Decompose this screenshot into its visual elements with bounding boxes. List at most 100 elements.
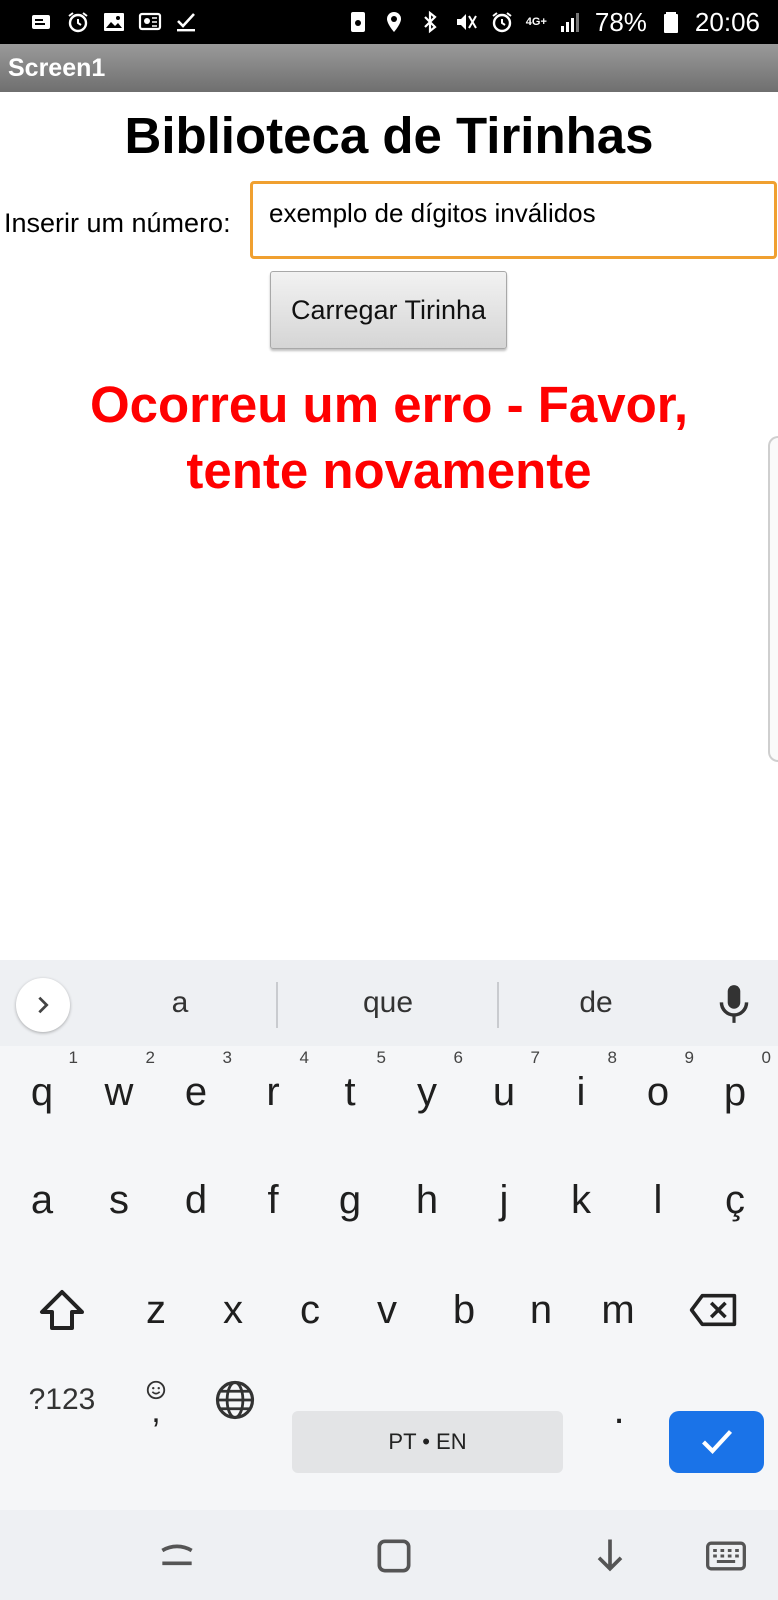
key-a[interactable]: a [4,1160,80,1240]
battery-percent: 78% [594,6,647,37]
check-icon [174,10,198,34]
status-right: 4G+ 78% 20:06 [346,7,760,38]
comma-label: , [151,1392,161,1430]
key-label: f [267,1177,279,1222]
key-label: u [492,1069,516,1114]
key-label: s [109,1177,129,1222]
key-number-hint: 8 [607,1048,617,1067]
chevron-right-icon [38,996,49,1014]
recent-apps-icon[interactable] [155,1534,199,1578]
load-comic-button[interactable]: Carregar Tirinha [270,271,507,349]
network-type: 4G+ [525,15,547,28]
key-u[interactable]: u7 [466,1048,542,1132]
backspace-icon [689,1293,737,1327]
battery-icon [659,10,683,34]
key-label: q [30,1069,54,1114]
key-number-hint: 7 [530,1048,540,1067]
navigation-bar [0,1510,778,1600]
key-y[interactable]: y6 [389,1048,465,1132]
key-label: y [417,1069,437,1114]
key-h[interactable]: h [389,1160,465,1240]
key-p[interactable]: p0 [697,1048,773,1132]
key-w[interactable]: w2 [81,1048,157,1132]
key-n[interactable]: n [503,1270,579,1350]
shift-key[interactable] [22,1270,102,1350]
key-m[interactable]: m [580,1270,656,1350]
enter-key[interactable] [669,1411,764,1473]
key-r[interactable]: r4 [235,1048,311,1132]
home-icon[interactable] [372,1534,416,1578]
number-input[interactable]: exemplo de dígitos inválidos [250,181,777,259]
expand-toolbar-button[interactable] [16,978,70,1032]
key-o[interactable]: o9 [620,1048,696,1132]
key-label: c [300,1287,320,1332]
space-key[interactable]: PT • EN [292,1411,563,1473]
suggestion-divider [497,982,499,1028]
key-number-hint: 5 [376,1048,386,1067]
key-g[interactable]: g [312,1160,388,1240]
key-d[interactable]: d [158,1160,234,1240]
comma-emoji-key[interactable]: , [120,1360,192,1440]
edge-panel-handle[interactable] [768,436,778,762]
key-label: v [377,1287,397,1332]
key-label: g [338,1177,362,1222]
notification-icon [30,10,54,34]
microphone-icon[interactable] [714,982,754,1026]
hide-keyboard-icon[interactable] [588,1534,632,1578]
key-label: d [184,1177,208,1222]
shift-icon [40,1290,84,1330]
error-message-line1: Ocorreu um erro - Favor, [89,376,688,433]
suggestion-2[interactable]: que [296,960,480,1046]
period-key[interactable]: . [582,1370,656,1450]
alarm-icon [66,10,90,34]
error-message: Ocorreu um erro - Favor, tente novamente [40,372,738,504]
key-label: j [499,1177,509,1222]
key-label: ç [725,1177,745,1222]
key-number-hint: 3 [222,1048,232,1067]
suggestion-1[interactable]: a [100,960,260,1046]
key-f[interactable]: f [235,1160,311,1240]
key-z[interactable]: z [118,1270,194,1350]
key-label: e [184,1069,208,1114]
key-number-hint: 0 [761,1048,771,1067]
backspace-key[interactable] [658,1270,768,1350]
suggestion-3[interactable]: de [516,960,676,1046]
key-number-hint: 9 [684,1048,694,1067]
keyboard: a que de ?123 , PT • EN . q1w2e3r4t5y6u7… [0,960,778,1510]
key-e[interactable]: e3 [158,1048,234,1132]
screen-name: Screen1 [8,53,106,82]
key-k[interactable]: k [543,1160,619,1240]
key-label: n [529,1287,553,1332]
location-icon [382,10,406,34]
key-l[interactable]: l [620,1160,696,1240]
key-label: a [30,1177,54,1222]
key-j[interactable]: j [466,1160,542,1240]
key-t[interactable]: t5 [312,1048,388,1132]
key-c[interactable]: c [272,1270,348,1350]
cast-icon [138,10,162,34]
check-icon [701,1430,732,1455]
bluetooth-icon [418,10,442,34]
status-left [30,10,198,34]
key-label: b [452,1287,476,1332]
symbols-key[interactable]: ?123 [10,1360,114,1440]
key-label: o [646,1069,670,1114]
key-x[interactable]: x [195,1270,271,1350]
keyboard-switch-icon[interactable] [704,1534,748,1578]
key-s[interactable]: s [81,1160,157,1240]
key-v[interactable]: v [349,1270,425,1350]
key-ç[interactable]: ç [697,1160,773,1240]
key-label: t [344,1069,356,1114]
number-input-label: Inserir um número: [4,208,231,238]
key-b[interactable]: b [426,1270,502,1350]
page-title: Biblioteca de Tirinhas [124,107,654,164]
key-label: h [415,1177,439,1222]
key-label: z [146,1287,166,1332]
key-q[interactable]: q1 [4,1048,80,1132]
clock: 20:06 [694,6,760,37]
key-label: x [223,1287,243,1332]
language-key[interactable] [200,1360,270,1440]
save-icon [346,10,370,34]
key-i[interactable]: i8 [543,1048,619,1132]
key-label: l [653,1177,663,1222]
